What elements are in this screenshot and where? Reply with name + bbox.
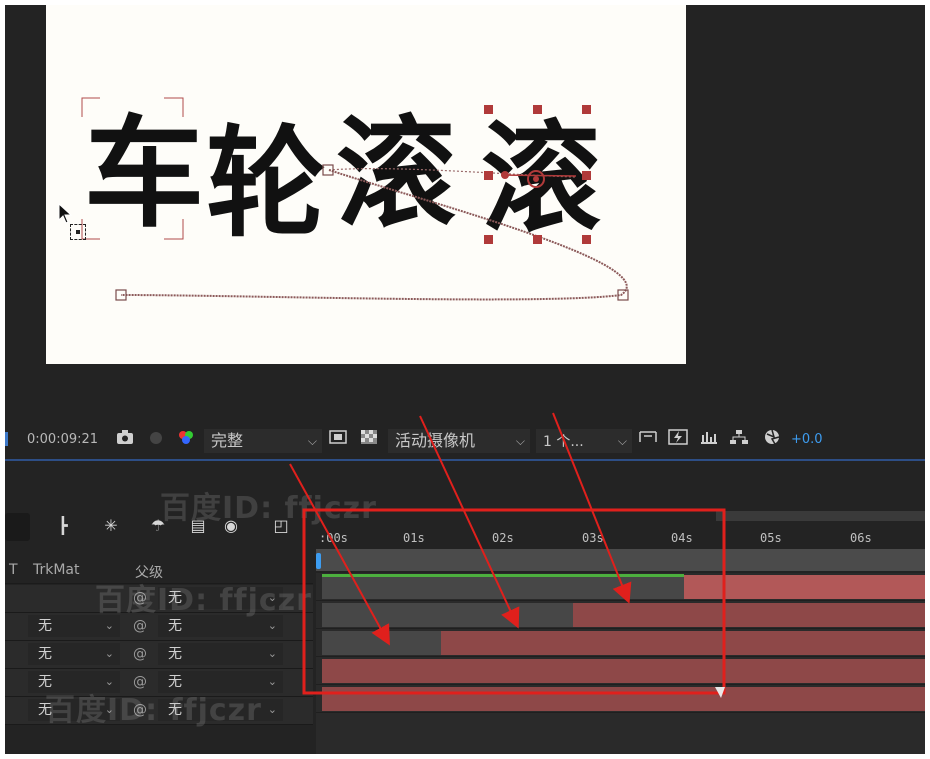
time-ruler[interactable]: :00s 01s 02s 03s 04s 05s 06s: [316, 511, 925, 545]
parent-value: 无: [168, 618, 182, 634]
color-channels-icon[interactable]: [177, 429, 195, 451]
comp-flowchart-icon[interactable]: ┣: [50, 513, 76, 539]
layer-tracks: [316, 573, 925, 754]
anchor-point-tool-icon: [70, 224, 86, 240]
tick-label: 02s: [492, 531, 514, 545]
tick-label: :00s: [319, 531, 348, 545]
chevron-down-icon: ⌄: [267, 703, 277, 716]
chevron-down-icon: ⌄: [267, 675, 277, 688]
title-char-2: 轮: [206, 115, 326, 254]
trkmat-value: 无: [38, 618, 52, 634]
view-layout-dropdown[interactable]: 1 个... ⌵: [536, 429, 632, 453]
chevron-down-icon: ⌵: [307, 434, 317, 448]
tick-label: 01s: [403, 531, 425, 545]
watermark: 百度ID: ffjczr: [160, 491, 377, 526]
fast-previews-icon[interactable]: [668, 429, 688, 451]
layer-search-input[interactable]: [5, 513, 30, 541]
track-row: [316, 629, 925, 657]
tick-label: 03s: [582, 531, 604, 545]
mouse-cursor-icon: [58, 203, 73, 224]
track-row: [316, 657, 925, 685]
title-char-1: 车: [84, 105, 204, 244]
parent-dropdown[interactable]: 无 ⌄: [158, 643, 283, 665]
exposure-icon[interactable]: [762, 429, 782, 451]
watermark: 百度ID: ffjczr: [95, 583, 312, 618]
view-layout-value: 1 个...: [543, 434, 584, 450]
flowchart-icon[interactable]: [729, 429, 749, 451]
column-t: T: [9, 562, 18, 578]
column-trkmat: TrkMat: [33, 562, 80, 578]
pixel-aspect-icon[interactable]: [638, 429, 658, 451]
tick-label: 05s: [760, 531, 782, 545]
pick-whip-icon[interactable]: @: [133, 643, 151, 665]
render-bar: [322, 574, 684, 577]
tick-label: 04s: [671, 531, 693, 545]
track-row: [316, 685, 925, 713]
after-effects-window: 车 轮 滚 滚 0:00:09:21 完整 ⌵ 活动摄像机 ⌵ 1 个... ⌵…: [5, 5, 925, 754]
camera-icon[interactable]: [116, 429, 134, 451]
timeline-icon[interactable]: [699, 429, 719, 451]
trkmat-value: 无: [38, 646, 52, 662]
track-row: [316, 601, 925, 629]
trkmat-dropdown[interactable]: 无 ⌄: [28, 643, 120, 665]
chevron-down-icon: ⌵: [515, 434, 525, 448]
layer-bar-inactive[interactable]: [322, 631, 441, 655]
viewer-toolbar: 0:00:09:21 完整 ⌵ 活动摄像机 ⌵ 1 个... ⌵ +0.0: [5, 421, 925, 461]
composition-canvas[interactable]: 车 轮 滚 滚: [46, 5, 686, 364]
track-row: [316, 573, 925, 601]
exposure-value[interactable]: +0.0: [791, 429, 823, 451]
time-navigator-bar[interactable]: [716, 511, 925, 521]
layer-bar[interactable]: [322, 659, 925, 683]
composition-viewer[interactable]: 车 轮 滚 滚: [5, 5, 925, 421]
camera-view-value: 活动摄像机: [395, 431, 476, 450]
transparency-grid-icon[interactable]: [359, 429, 379, 451]
layer-bar-inactive[interactable]: [322, 575, 684, 599]
layer-bar[interactable]: [573, 603, 925, 627]
current-time-indicator[interactable]: [316, 553, 321, 569]
draft-3d-icon[interactable]: ✳: [98, 513, 124, 539]
current-time-display[interactable]: 0:00:09:21: [27, 429, 98, 451]
layer-row[interactable]: 无 ⌄ @ 无 ⌄: [5, 641, 313, 669]
chevron-down-icon: ⌄: [104, 647, 114, 660]
layer-bar[interactable]: [684, 575, 925, 599]
resolution-value: 完整: [211, 431, 244, 450]
resolution-dropdown[interactable]: 完整 ⌵: [204, 429, 322, 453]
layer-bar[interactable]: [322, 687, 925, 711]
camera-view-dropdown[interactable]: 活动摄像机 ⌵: [388, 429, 530, 453]
watermark: 百度ID: ffjczr: [45, 693, 262, 728]
chevron-down-icon: ⌵: [617, 434, 627, 448]
work-area-bar[interactable]: [316, 549, 925, 571]
layer-bar-inactive[interactable]: [322, 603, 573, 627]
parent-value: 无: [168, 646, 182, 662]
chevron-down-icon: ⌄: [267, 647, 277, 660]
layer-bar[interactable]: [441, 631, 925, 655]
title-char-3: 滚: [336, 105, 456, 244]
region-of-interest-icon[interactable]: [328, 429, 348, 451]
show-snapshot-icon[interactable]: [147, 429, 165, 451]
tick-label: 06s: [850, 531, 872, 545]
panel-edge-indicator: [5, 432, 8, 446]
